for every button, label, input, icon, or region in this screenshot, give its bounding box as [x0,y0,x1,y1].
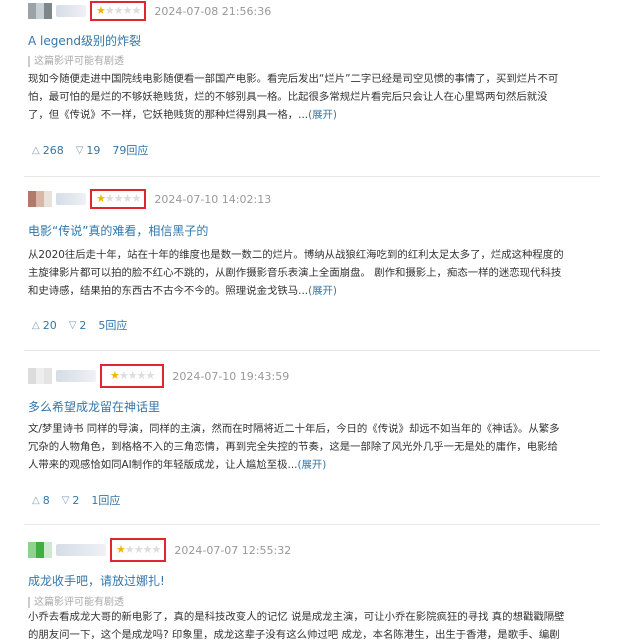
excerpt-line: 小乔去看成龙大哥的新电影了，真的是科技改变人的记忆 说是成龙主演，可让小乔在影院… [28,611,565,623]
divider [24,524,600,525]
excerpt-line: 人带来的观感恰如同AI制作的年轻版成龙，让人尴尬至极... [28,459,298,471]
expand-link[interactable]: (展开) [297,459,326,471]
rating-stars: ★ ★ ★ ★ ★ [90,189,147,209]
rating-stars: ★ ★ ★ ★ ★ [90,1,147,21]
review-time: 2024-07-10 14:02:13 [154,192,272,206]
username[interactable] [56,544,106,556]
spoiler-warning: 这篇影评可能有剧透 [28,597,124,608]
thumb-up-icon: △ [32,144,40,156]
useless-count: 2 [72,493,80,507]
star-empty-icon: ★ [142,543,153,556]
thumb-up-icon: △ [32,319,40,331]
username[interactable] [56,370,96,382]
star-empty-icon: ★ [151,543,162,556]
review-actions: △ 8 ▽ 2 1回应 [32,492,120,508]
username[interactable] [56,193,86,205]
excerpt-line: 冗杂的人物角色，到格格不入的三角恋情，再到完全失控的节奏，这是一部除了风光外几乎… [28,441,558,453]
useless-button[interactable]: ▽ 19 [76,144,101,157]
username[interactable] [56,5,86,17]
useful-count: 8 [42,493,50,507]
divider [24,350,600,351]
review-time: 2024-07-10 19:43:59 [172,369,290,383]
review-excerpt: 现如今随便走进中国院线电影随便看一部国产电影。看完后发出“烂片”二字已经是司空见… [28,70,618,124]
review-meta: ★ ★ ★ ★ ★ 2024-07-10 14:02:13 [28,188,271,210]
star-empty-icon: ★ [118,369,129,382]
useful-button[interactable]: △ 8 [32,494,50,507]
expand-link[interactable]: (展开) [308,285,337,297]
excerpt-line: 了，但《传说》不一样，它妖艳贱货的那种烂得别具一格，... [28,109,309,121]
star-empty-icon: ★ [104,192,115,205]
review-title[interactable]: 电影“传说”真的难看，相信黑子的 [28,222,208,239]
star-empty-icon: ★ [113,4,124,17]
star-empty-icon: ★ [131,192,142,205]
excerpt-line: 文/梦里诗书 同样的导演，同样的主演，然而在时隔将近二十年后，今日的《传说》却远… [28,423,560,435]
review-time: 2024-07-08 21:56:36 [154,4,272,18]
star-empty-icon: ★ [131,4,142,17]
useful-button[interactable]: △ 268 [32,144,64,157]
spoiler-warning: 这篇影评可能有剧透 [28,56,124,67]
thumb-up-icon: △ [32,494,40,506]
review-excerpt: 小乔去看成龙大哥的新电影了，真的是科技改变人的记忆 说是成龙主演，可让小乔在影院… [28,608,618,644]
star-empty-icon: ★ [113,192,124,205]
review-excerpt: 从2020往后走十年，站在十年的维度也是数一数二的烂片。博纳从战狼红海吃到的红利… [28,246,618,300]
divider [24,176,600,177]
excerpt-line: 主旋律影片都可以拍的脸不红心不跳的，从剧作摄影音乐表演上全面崩盘。 剧作和摄影上… [28,267,562,279]
replies-link[interactable]: 1回应 [91,492,120,508]
star-filled-icon: ★ [116,543,126,556]
avatar[interactable] [28,191,52,207]
star-empty-icon: ★ [122,4,133,17]
review-title[interactable]: A legend级别的炸裂 [28,32,141,49]
star-filled-icon: ★ [110,369,120,382]
rating-stars: ★ ★ ★ ★ ★ [100,364,165,388]
star-filled-icon: ★ [96,4,106,17]
thumb-down-icon: ▽ [61,494,70,506]
star-empty-icon: ★ [124,543,135,556]
excerpt-line: 现如今随便走进中国院线电影随便看一部国产电影。看完后发出“烂片”二字已经是司空见… [28,73,559,85]
useful-button[interactable]: △ 20 [32,319,57,332]
review-meta: ★ ★ ★ ★ ★ 2024-07-07 12:55:32 [28,538,292,562]
excerpt-line: 和史诗感，结果拍的东西古不古今不今的。照理说金戈铁马... [28,285,309,297]
star-empty-icon: ★ [104,4,115,17]
rating-stars: ★ ★ ★ ★ ★ [110,538,167,562]
useless-button[interactable]: ▽ 2 [69,319,87,332]
replies-link[interactable]: 79回应 [112,142,148,158]
review-meta: ★ ★ ★ ★ ★ 2024-07-10 19:43:59 [28,364,290,388]
review-excerpt: 文/梦里诗书 同样的导演，同样的主演，然而在时隔将近二十年后，今日的《传说》却远… [28,420,618,474]
thumb-down-icon: ▽ [75,144,84,156]
excerpt-line: 从2020往后走十年，站在十年的维度也是数一数二的烂片。博纳从战狼红海吃到的红利… [28,249,564,261]
useless-count: 2 [79,318,87,332]
useless-count: 19 [86,143,101,157]
star-empty-icon: ★ [133,543,144,556]
useful-count: 20 [42,318,57,332]
review-title[interactable]: 成龙收手吧，请放过娜扎! [28,572,165,589]
star-empty-icon: ★ [122,192,133,205]
avatar[interactable] [28,368,52,384]
thumb-down-icon: ▽ [68,319,77,331]
star-empty-icon: ★ [136,369,147,382]
review-time: 2024-07-07 12:55:32 [174,543,292,557]
review-title[interactable]: 多么希望成龙留在神话里 [28,398,160,415]
review-meta: ★ ★ ★ ★ ★ 2024-07-08 21:56:36 [28,0,271,22]
avatar[interactable] [28,542,52,558]
useless-button[interactable]: ▽ 2 [62,494,80,507]
star-empty-icon: ★ [127,369,138,382]
excerpt-line: 的朋友问一下，这个是成龙吗? 印象里，成龙这辈子没有这么帅过吧 成龙，本名陈港生… [28,629,560,641]
star-empty-icon: ★ [145,369,156,382]
useful-count: 268 [42,143,64,157]
avatar[interactable] [28,3,52,19]
review-actions: △ 20 ▽ 2 5回应 [32,317,127,333]
star-filled-icon: ★ [96,192,106,205]
replies-link[interactable]: 5回应 [98,317,127,333]
review-actions: △ 268 ▽ 19 79回应 [32,142,148,158]
expand-link[interactable]: (展开) [308,109,337,121]
excerpt-line: 怕，最可怕的是烂的不够妖艳贱货，烂的不够别具一格。比起很多常规烂片看完后只会让人… [28,91,548,103]
